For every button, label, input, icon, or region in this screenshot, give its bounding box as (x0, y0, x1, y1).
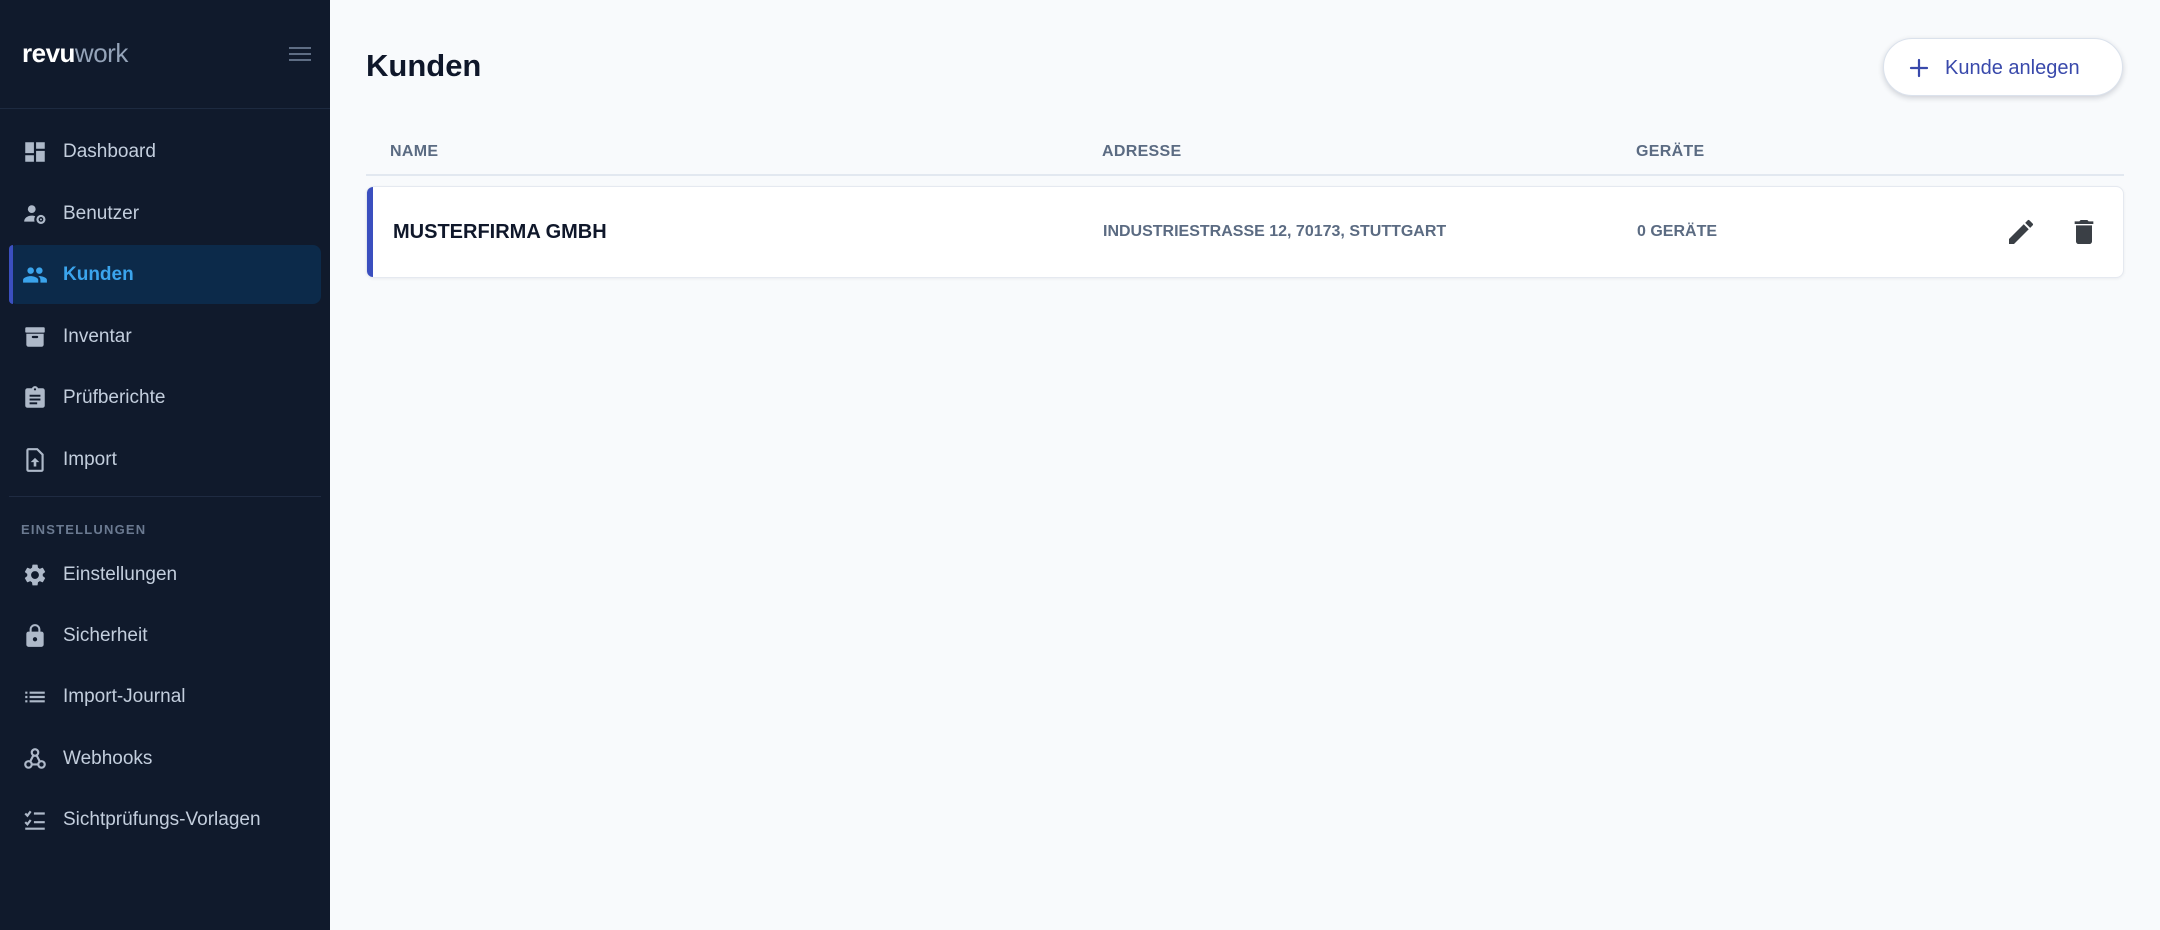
sidebar-item-import[interactable]: Import (9, 430, 321, 489)
sidebar-item-label: Import (63, 449, 117, 470)
sidebar-item-label: Import-Journal (63, 686, 186, 707)
dashboard-icon (22, 139, 48, 165)
logo-light: work (74, 38, 128, 68)
section-label: EINSTELLUNGEN (21, 522, 147, 537)
logo[interactable]: revuwork (22, 38, 128, 69)
sidebar-item-sichtpruefungs-vorlagen[interactable]: Sichtprüfungs-Vorlagen (9, 790, 321, 849)
column-header-devices: GERÄTE (1636, 143, 1705, 160)
gear-icon (22, 562, 48, 588)
sidebar: revuwork Dashboard Benutzer Kunden Inven… (0, 0, 330, 930)
sidebar-item-kunden[interactable]: Kunden (9, 245, 321, 304)
customer-name: MUSTERFIRMA GMBH (393, 221, 607, 243)
sidebar-item-sicherheit[interactable]: Sicherheit (9, 606, 321, 665)
file-upload-icon (22, 447, 48, 473)
customer-devices: 0 GERÄTE (1637, 223, 1718, 240)
sidebar-item-einstellungen[interactable]: Einstellungen (9, 545, 321, 604)
sidebar-item-label: Dashboard (63, 141, 156, 162)
column-header-address: ADRESSE (1102, 143, 1182, 160)
table-row[interactable]: MUSTERFIRMA GMBH INDUSTRIESTRASSE 12, 70… (366, 186, 2124, 278)
user-gear-icon (22, 201, 48, 227)
delete-icon[interactable] (2068, 216, 2100, 248)
sidebar-divider (9, 496, 321, 497)
sidebar-item-import-journal[interactable]: Import-Journal (9, 667, 321, 726)
sidebar-item-label: Webhooks (63, 748, 153, 769)
row-accent (367, 187, 373, 277)
checklist-icon (22, 807, 48, 833)
sidebar-item-webhooks[interactable]: Webhooks (9, 729, 321, 788)
webhook-icon (22, 746, 48, 772)
sidebar-item-benutzer[interactable]: Benutzer (9, 184, 321, 243)
edit-icon[interactable] (2005, 216, 2037, 248)
customer-address: INDUSTRIESTRASSE 12, 70173, STUTTGART (1103, 223, 1447, 240)
list-icon (22, 684, 48, 710)
menu-toggle-icon[interactable] (286, 42, 314, 66)
sidebar-item-label: Kunden (63, 264, 134, 285)
add-customer-button[interactable]: Kunde anlegen (1883, 38, 2123, 96)
page-title: Kunden (366, 48, 482, 83)
people-icon (22, 262, 48, 288)
sidebar-item-label: Benutzer (63, 203, 140, 224)
add-customer-label: Kunde anlegen (1945, 57, 2080, 79)
archive-icon (22, 324, 48, 350)
active-indicator (9, 245, 13, 304)
sidebar-item-label: Inventar (63, 326, 132, 347)
sidebar-item-inventar[interactable]: Inventar (9, 307, 321, 366)
sidebar-item-label: Sicherheit (63, 625, 148, 646)
column-header-name: NAME (390, 143, 439, 160)
plus-icon (1908, 57, 1930, 79)
clipboard-icon (22, 385, 48, 411)
sidebar-item-pruefberichte[interactable]: Prüfberichte (9, 368, 321, 427)
lock-icon (22, 623, 48, 649)
brand-bar: revuwork (0, 0, 330, 109)
sidebar-item-label: Einstellungen (63, 564, 178, 585)
sidebar-item-dashboard[interactable]: Dashboard (9, 122, 321, 181)
header-divider (366, 174, 2124, 176)
sidebar-item-label: Sichtprüfungs-Vorlagen (63, 809, 261, 830)
sidebar-item-label: Prüfberichte (63, 387, 166, 408)
logo-bold: revu (22, 38, 75, 68)
